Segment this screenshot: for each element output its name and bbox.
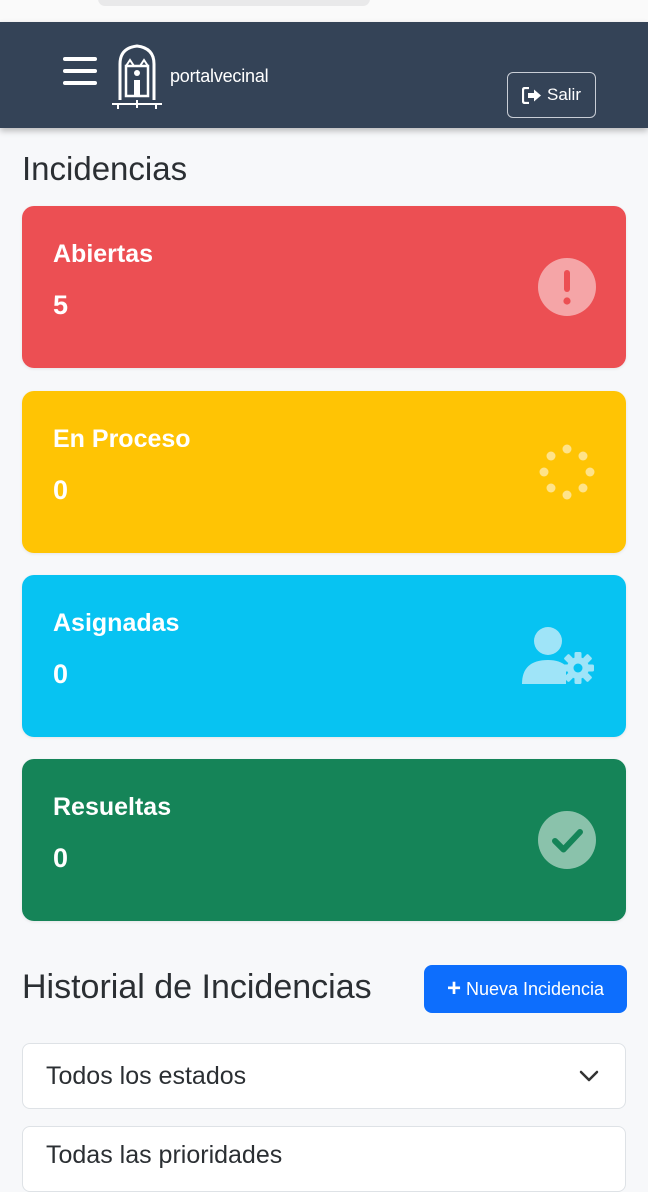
card-count: 0 [53, 475, 69, 505]
page-title: Incidencias [22, 150, 188, 187]
check-circle-icon [538, 811, 596, 869]
card-en-proceso[interactable]: En Proceso 0 [22, 391, 626, 553]
new-incident-label: Nueva Incidencia [465, 978, 605, 999]
card-count: 0 [53, 843, 69, 873]
logout-label: Salir [546, 85, 581, 104]
logout-button[interactable]: Salir [507, 72, 596, 118]
chevron-down-icon [579, 1070, 599, 1082]
card-count: 5 [53, 290, 69, 320]
card-asignadas[interactable]: Asignadas 0 [22, 575, 626, 737]
logo-text: portalvecinal [170, 65, 269, 86]
url-pill [98, 0, 370, 6]
card-count: 0 [53, 659, 69, 689]
card-resueltas[interactable]: Resueltas 0 [22, 759, 626, 921]
card-label: Asignadas [53, 609, 180, 637]
priority-filter-value: Todas las prioridades [46, 1141, 283, 1169]
priority-filter-select[interactable]: Todas las prioridades [22, 1126, 626, 1192]
logo[interactable]: portalvecinal [110, 42, 269, 110]
exclamation-circle-icon [538, 258, 596, 316]
card-label: En Proceso [53, 425, 191, 453]
history-title: Historial de Incidencias [22, 968, 372, 1006]
navbar: portalvecinal Salir [0, 22, 648, 128]
new-incident-button[interactable]: + Nueva Incidencia [424, 965, 627, 1013]
status-filter-value: Todos los estados [46, 1061, 247, 1090]
user-gear-icon [522, 627, 594, 684]
hamburger-menu-icon[interactable] [63, 57, 97, 85]
top-strip [0, 0, 648, 22]
castle-logo-icon [112, 44, 162, 109]
card-label: Abiertas [53, 240, 154, 268]
card-abiertas[interactable]: Abiertas 5 [22, 206, 626, 368]
spinner-icon [539, 444, 595, 500]
plus-icon: + [446, 975, 461, 1002]
sign-out-icon [521, 86, 541, 104]
status-filter-select[interactable]: Todos los estados [22, 1043, 626, 1109]
card-label: Resueltas [53, 793, 172, 821]
